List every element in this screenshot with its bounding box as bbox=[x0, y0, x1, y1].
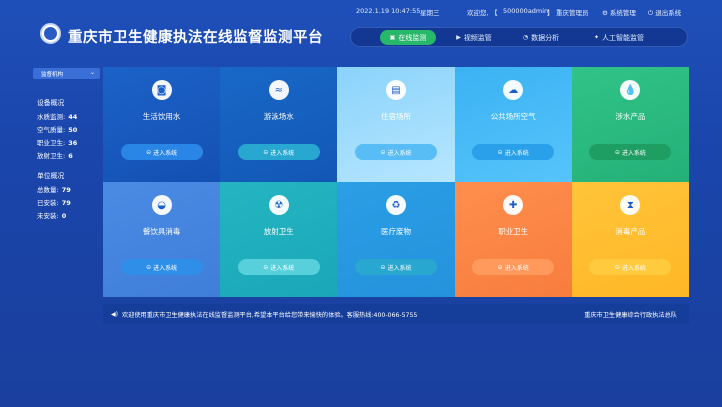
card-label: 医疗废物 bbox=[380, 227, 411, 236]
enter-icon: ⊝ bbox=[380, 148, 386, 156]
nav-label: 人工智能监管 bbox=[602, 33, 645, 42]
enter-system-button[interactable]: ⊝ 进入系统 bbox=[120, 144, 203, 160]
notice-org: 重庆市卫生健康综合行政执法总队 bbox=[584, 312, 677, 319]
enter-icon: ⊝ bbox=[614, 148, 620, 156]
nav-video-supervision[interactable]: ▶ 视频监管 bbox=[446, 30, 502, 45]
device-item-air: 空气质量: 50 bbox=[37, 126, 78, 134]
radiation-icon: ☢ bbox=[268, 195, 289, 215]
power-icon: ⏻ bbox=[648, 9, 654, 17]
unit-item-not-installed: 未安装: 0 bbox=[37, 212, 67, 220]
system-grid: ◙ 生活饮用水 ⊝ 进入系统 ≈ 游泳场水 ⊝ 进入系统 ▤ 住宿场所 ⊝ 进入系统 … bbox=[103, 67, 689, 297]
video-icon: ▶ bbox=[456, 34, 461, 41]
card-drinking-water: ◙ 生活饮用水 ⊝ 进入系统 bbox=[103, 67, 221, 182]
user-role: 重庆管理员 bbox=[556, 9, 589, 17]
system-manage-link[interactable]: ⚙ 系统管理 bbox=[602, 7, 636, 17]
user-bracket-open: 【 bbox=[491, 9, 498, 17]
card-occupational-health: ✚ 职业卫生 ⊝ 进入系统 bbox=[454, 182, 572, 297]
nav-label: 在线监测 bbox=[398, 33, 427, 42]
card-disinfection-products: ⧗ 消毒产品 ⊝ 进入系统 bbox=[571, 182, 689, 297]
top-bar: 2022.1.19 10:47:55 星期三 欢迎您, 【 500000admi… bbox=[0, 0, 722, 20]
card-label: 住宿场所 bbox=[380, 112, 411, 121]
nav-online-monitoring[interactable]: ▣ 在线监测 bbox=[380, 30, 436, 45]
cloud-icon: ☁ bbox=[503, 80, 524, 100]
device-overview-title: 设备概况 bbox=[37, 99, 65, 107]
welcome-text: 欢迎您, bbox=[467, 9, 489, 17]
org-select-value: 监督机构 bbox=[41, 71, 64, 78]
main-nav: ▣ 在线监测 ▶ 视频监管 ◔ 数据分析 ✦ 人工智能监管 bbox=[350, 27, 688, 47]
enter-system-button[interactable]: ⊝ 进入系统 bbox=[354, 259, 437, 275]
card-radiation-health: ☢ 放射卫生 ⊝ 进入系统 bbox=[220, 182, 338, 297]
device-item-radiation: 放射卫生: 6 bbox=[37, 152, 73, 160]
device-item-occupational: 职业卫生: 36 bbox=[37, 139, 78, 147]
cup-icon: ◙ bbox=[151, 80, 172, 100]
enter-icon: ⊝ bbox=[146, 148, 152, 156]
card-medical-waste: ♻ 医疗废物 ⊝ 进入系统 bbox=[337, 182, 455, 297]
swim-icon: ≈ bbox=[268, 80, 289, 100]
enter-system-button[interactable]: ⊝ 进入系统 bbox=[237, 144, 320, 160]
medical-kit-icon: ✚ bbox=[503, 195, 524, 215]
speaker-icon: ◀) bbox=[111, 310, 118, 318]
device-item-water: 水质监测: 44 bbox=[37, 113, 78, 121]
card-accommodation: ▤ 住宿场所 ⊝ 进入系统 bbox=[337, 67, 455, 182]
enter-system-button[interactable]: ⊝ 进入系统 bbox=[120, 259, 203, 275]
user-bracket-close: 】 bbox=[547, 9, 554, 17]
nav-label: 数据分析 bbox=[531, 33, 560, 42]
enter-icon: ⊝ bbox=[497, 148, 503, 156]
card-swimming-water: ≈ 游泳场水 ⊝ 进入系统 bbox=[220, 67, 338, 182]
enter-icon: ⊝ bbox=[263, 263, 269, 271]
water-drop-icon: 💧 bbox=[620, 80, 641, 100]
unit-item-total: 总数量: 79 bbox=[37, 186, 71, 194]
logout-link[interactable]: ⏻ 退出系统 bbox=[648, 7, 681, 18]
enter-icon: ⊝ bbox=[380, 263, 386, 271]
logout-label: 退出系统 bbox=[655, 9, 682, 17]
card-tableware-disinfection: ◒ 餐饮具消毒 ⊝ 进入系统 bbox=[103, 182, 221, 297]
bottle-icon: ⧗ bbox=[620, 195, 641, 215]
gear-icon: ⚙ bbox=[602, 9, 608, 17]
datetime: 2022.1.19 10:47:55 bbox=[356, 7, 421, 15]
weekday: 星期三 bbox=[420, 9, 440, 17]
ai-icon: ✦ bbox=[593, 34, 600, 41]
notice-bar: ◀) 欢迎使用重庆市卫生健康执法在线监督监测平台,希望本平台给您带来愉快的体验。… bbox=[103, 304, 689, 324]
nav-data-analysis[interactable]: ◔ 数据分析 bbox=[513, 30, 569, 45]
enter-system-button[interactable]: ⊝ 进入系统 bbox=[354, 144, 437, 160]
enter-icon: ⊝ bbox=[614, 263, 620, 271]
enter-icon: ⊝ bbox=[497, 263, 503, 271]
chevron-down-icon: ⌄ bbox=[89, 69, 95, 76]
enter-system-button[interactable]: ⊝ 进入系统 bbox=[237, 259, 320, 275]
card-label: 职业卫生 bbox=[498, 227, 529, 236]
system-manage-label: 系统管理 bbox=[609, 9, 636, 17]
card-label: 消毒产品 bbox=[615, 227, 646, 236]
nav-label: 视频监管 bbox=[463, 33, 492, 42]
recycle-icon: ♻ bbox=[385, 195, 406, 215]
enter-icon: ⊝ bbox=[146, 263, 152, 271]
card-label: 餐饮具消毒 bbox=[142, 227, 181, 236]
card-label: 放射卫生 bbox=[263, 227, 294, 236]
app-title: 重庆市卫生健康执法在线监督监测平台 bbox=[68, 30, 323, 46]
card-label: 涉水产品 bbox=[615, 112, 646, 121]
notice-text: 欢迎使用重庆市卫生健康执法在线监督监测平台,希望本平台给您带来愉快的体验。客服热… bbox=[121, 311, 418, 319]
enter-system-button[interactable]: ⊝ 进入系统 bbox=[589, 144, 672, 160]
card-label: 生活饮用水 bbox=[142, 112, 181, 121]
unit-overview-title: 单位概况 bbox=[37, 172, 65, 180]
monitor-icon: ▣ bbox=[389, 34, 396, 41]
enter-system-button[interactable]: ⊝ 进入系统 bbox=[589, 259, 672, 275]
card-water-products: 💧 涉水产品 ⊝ 进入系统 bbox=[571, 67, 689, 182]
card-label: 公共场所空气 bbox=[490, 112, 536, 121]
card-public-air: ☁ 公共场所空气 ⊝ 进入系统 bbox=[454, 67, 572, 182]
bed-icon: ▤ bbox=[385, 80, 406, 100]
username: 500000admin bbox=[503, 7, 549, 15]
bowl-icon: ◒ bbox=[151, 195, 172, 215]
enter-system-button[interactable]: ⊝ 进入系统 bbox=[472, 144, 555, 160]
pie-chart-icon: ◔ bbox=[522, 34, 529, 41]
org-select[interactable]: 监督机构 ⌄ bbox=[33, 68, 100, 79]
card-label: 游泳场水 bbox=[263, 112, 294, 121]
unit-item-installed: 已安装: 79 bbox=[37, 199, 71, 207]
enter-icon: ⊝ bbox=[263, 148, 269, 156]
enter-system-button[interactable]: ⊝ 进入系统 bbox=[472, 259, 555, 275]
nav-ai-supervision[interactable]: ✦ 人工智能监管 bbox=[583, 30, 655, 45]
app-logo bbox=[40, 23, 61, 44]
